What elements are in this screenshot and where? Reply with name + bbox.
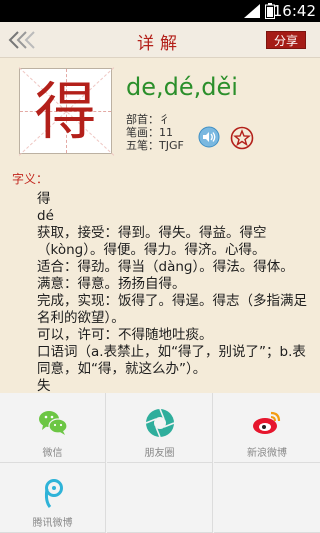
radical-text: 部首：彳 [126, 113, 170, 126]
share-button[interactable]: 分享 [265, 31, 306, 49]
speaker-icon[interactable] [198, 126, 220, 148]
character-meta: 部首：彳 笔画：11 五笔：TJGF [126, 113, 184, 152]
share-label: 腾讯微博 [32, 518, 73, 529]
share-moments-button[interactable]: 朋友圈 [107, 393, 213, 463]
definition-line: 适合：得劲。得当（dànɡ）。得法。得体。 [37, 259, 294, 275]
strokes-text: 笔画：11 [126, 126, 173, 139]
share-empty-cell [214, 463, 320, 533]
app-header: 详解 分享 [0, 22, 320, 58]
definition-line: dé [37, 208, 54, 224]
signal-icon [244, 4, 260, 18]
definition-line: 可以，许可：不得随地吐痰。 [37, 327, 213, 343]
share-label: 新浪微博 [247, 448, 287, 459]
status-bar: 16:42 [0, 0, 320, 22]
moments-icon [145, 408, 175, 438]
clock: 16:42 [272, 2, 316, 20]
share-sheet: 微信 朋友圈 新浪微博 腾讯微博 [0, 393, 320, 533]
definition-line: 口语词（a.表禁止，如“得了，别说了”；b.表同意，如“得，就这么办”）。 [37, 344, 306, 377]
share-empty-cell [107, 463, 213, 533]
pinyin: de,dé,děi [126, 73, 238, 101]
definition-line: 得 [37, 191, 51, 207]
definition-line: 获取，接受：得到。得失。得益。得空（kònɡ）。得便。得力。得济。心得。 [37, 225, 267, 258]
share-weibo-button[interactable]: 新浪微博 [214, 393, 320, 463]
wubi-text: 五笔：TJGF [126, 139, 184, 152]
definition-line: 满意：得意。扬扬自得。 [37, 276, 186, 292]
star-icon[interactable] [230, 126, 254, 150]
share-label: 微信 [42, 448, 63, 459]
share-wechat-button[interactable]: 微信 [0, 393, 106, 463]
tencent-weibo-icon [44, 479, 63, 508]
share-tencent-weibo-button[interactable]: 腾讯微博 [0, 463, 106, 533]
definition-line: 完成，实现：饭得了。得逞。得志（多指满足名利的欲望）。 [37, 293, 307, 326]
character-grid: 得 [18, 67, 115, 156]
wechat-icon [39, 411, 68, 435]
definitions-text: 得 dé 获取，接受：得到。得失。得益。得空（kònɡ）。得便。得力。得济。心得… [9, 191, 311, 395]
share-label: 朋友圈 [144, 448, 175, 459]
weibo-icon [253, 411, 281, 434]
character-glyph: 得 [34, 75, 97, 148]
definitions-label: 字义： [12, 172, 49, 186]
